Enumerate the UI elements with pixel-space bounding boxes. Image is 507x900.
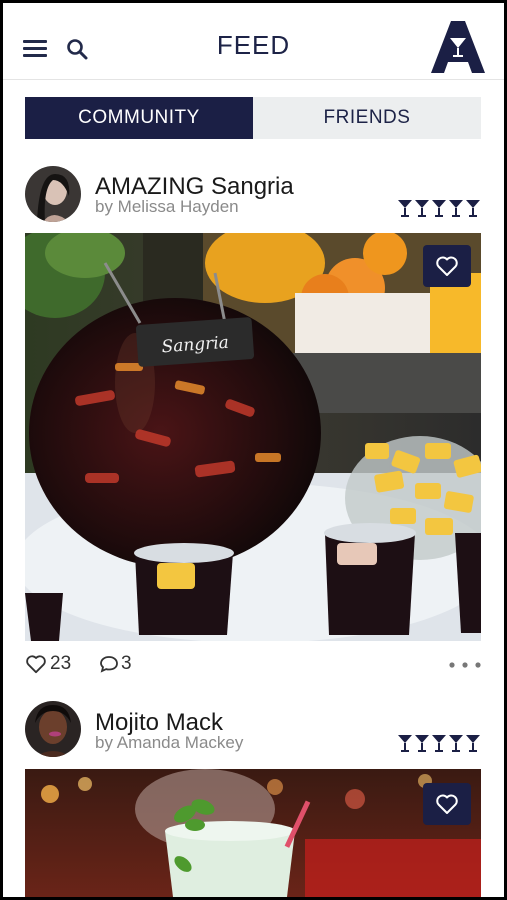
post-stats: 23 3 — [25, 653, 481, 679]
feed-tabs: COMMUNITY FRIENDS — [25, 97, 481, 139]
tab-friends[interactable]: FRIENDS — [253, 97, 481, 139]
comment-count-value: 3 — [121, 653, 132, 674]
like-count[interactable]: 23 — [25, 653, 71, 675]
tab-community[interactable]: COMMUNITY — [25, 97, 253, 139]
avatar[interactable] — [25, 701, 81, 757]
avatar[interactable] — [25, 166, 81, 222]
favorite-button[interactable] — [423, 245, 471, 287]
post-author[interactable]: by Melissa Hayden — [95, 197, 239, 217]
comment-icon — [100, 656, 118, 673]
like-count-value: 23 — [50, 653, 72, 674]
favorite-button[interactable] — [423, 783, 471, 825]
page-title: FEED — [216, 30, 291, 60]
martini-a-logo[interactable] — [431, 21, 485, 73]
post-photo[interactable]: Sangria — [25, 233, 481, 641]
post-photo[interactable] — [25, 769, 481, 897]
heart-outline-icon — [26, 655, 46, 674]
heart-icon — [436, 794, 458, 814]
feed-screen: FEED COMMUNITY FRIENDS AMAZING Sangria b… — [3, 3, 504, 897]
post-author[interactable]: by Amanda Mackey — [95, 733, 243, 753]
app-header: FEED — [3, 3, 504, 80]
martini-rating — [398, 735, 480, 752]
heart-icon — [436, 256, 458, 276]
comment-count[interactable]: 3 — [99, 653, 132, 675]
more-options-icon[interactable] — [449, 662, 481, 668]
martini-rating — [398, 200, 480, 217]
